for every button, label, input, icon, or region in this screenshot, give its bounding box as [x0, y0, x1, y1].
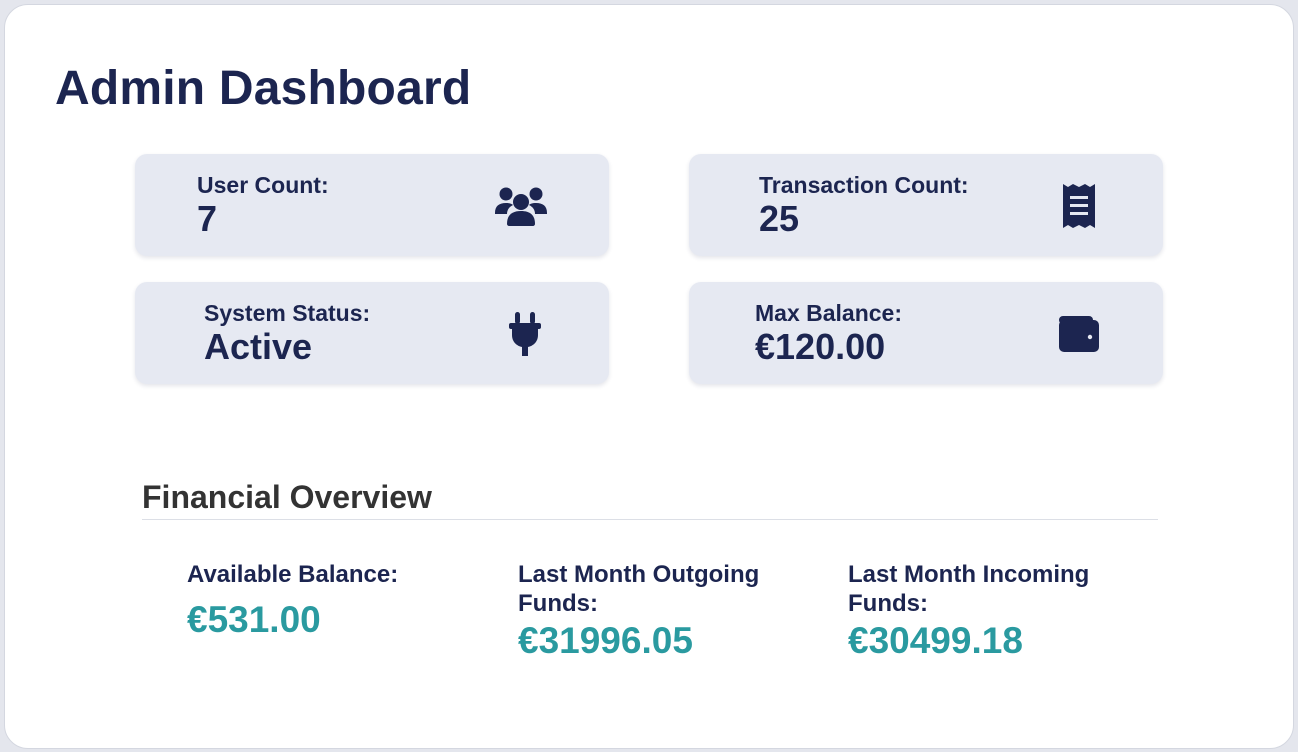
financial-overview-title: Financial Overview: [142, 479, 432, 515]
transaction-count-value: 25: [759, 198, 800, 239]
transaction-count-card: Transaction Count: 25: [689, 154, 1163, 256]
available-balance-label: Available Balance:: [187, 561, 399, 588]
plug-icon: [497, 306, 553, 362]
outgoing-funds-label: Last Month Outgoing Funds:: [518, 561, 760, 617]
max-balance-value: €120.00: [755, 326, 886, 367]
user-count-card: User Count: 7: [135, 154, 609, 256]
section-divider: [142, 519, 1158, 520]
incoming-funds-label: Last Month Incoming Funds:: [848, 561, 1090, 617]
available-balance-value: €531.00: [187, 599, 321, 640]
page-title: Admin Dashboard: [55, 62, 472, 115]
dashboard-panel: Admin Dashboard User Count: 7 Transactio…: [4, 4, 1294, 749]
receipt-icon: [1051, 178, 1107, 234]
outgoing-funds-value: €31996.05: [518, 620, 693, 661]
system-status-card: System Status: Active: [135, 282, 609, 384]
incoming-funds-value: €30499.18: [848, 620, 1023, 661]
system-status-label: System Status:: [204, 300, 371, 326]
wallet-icon: [1051, 306, 1107, 362]
max-balance-card: Max Balance: €120.00: [689, 282, 1163, 384]
outgoing-funds-item: Last Month Outgoing Funds: €31996.05: [518, 560, 798, 662]
system-status-value: Active: [204, 326, 313, 367]
max-balance-label: Max Balance:: [755, 300, 903, 326]
transaction-count-label: Transaction Count:: [759, 172, 969, 198]
incoming-funds-item: Last Month Incoming Funds: €30499.18: [848, 560, 1128, 662]
user-count-value: 7: [197, 198, 218, 239]
available-balance-item: Available Balance: €531.00: [187, 560, 477, 641]
users-icon: [493, 178, 549, 234]
user-count-label: User Count:: [197, 172, 329, 198]
